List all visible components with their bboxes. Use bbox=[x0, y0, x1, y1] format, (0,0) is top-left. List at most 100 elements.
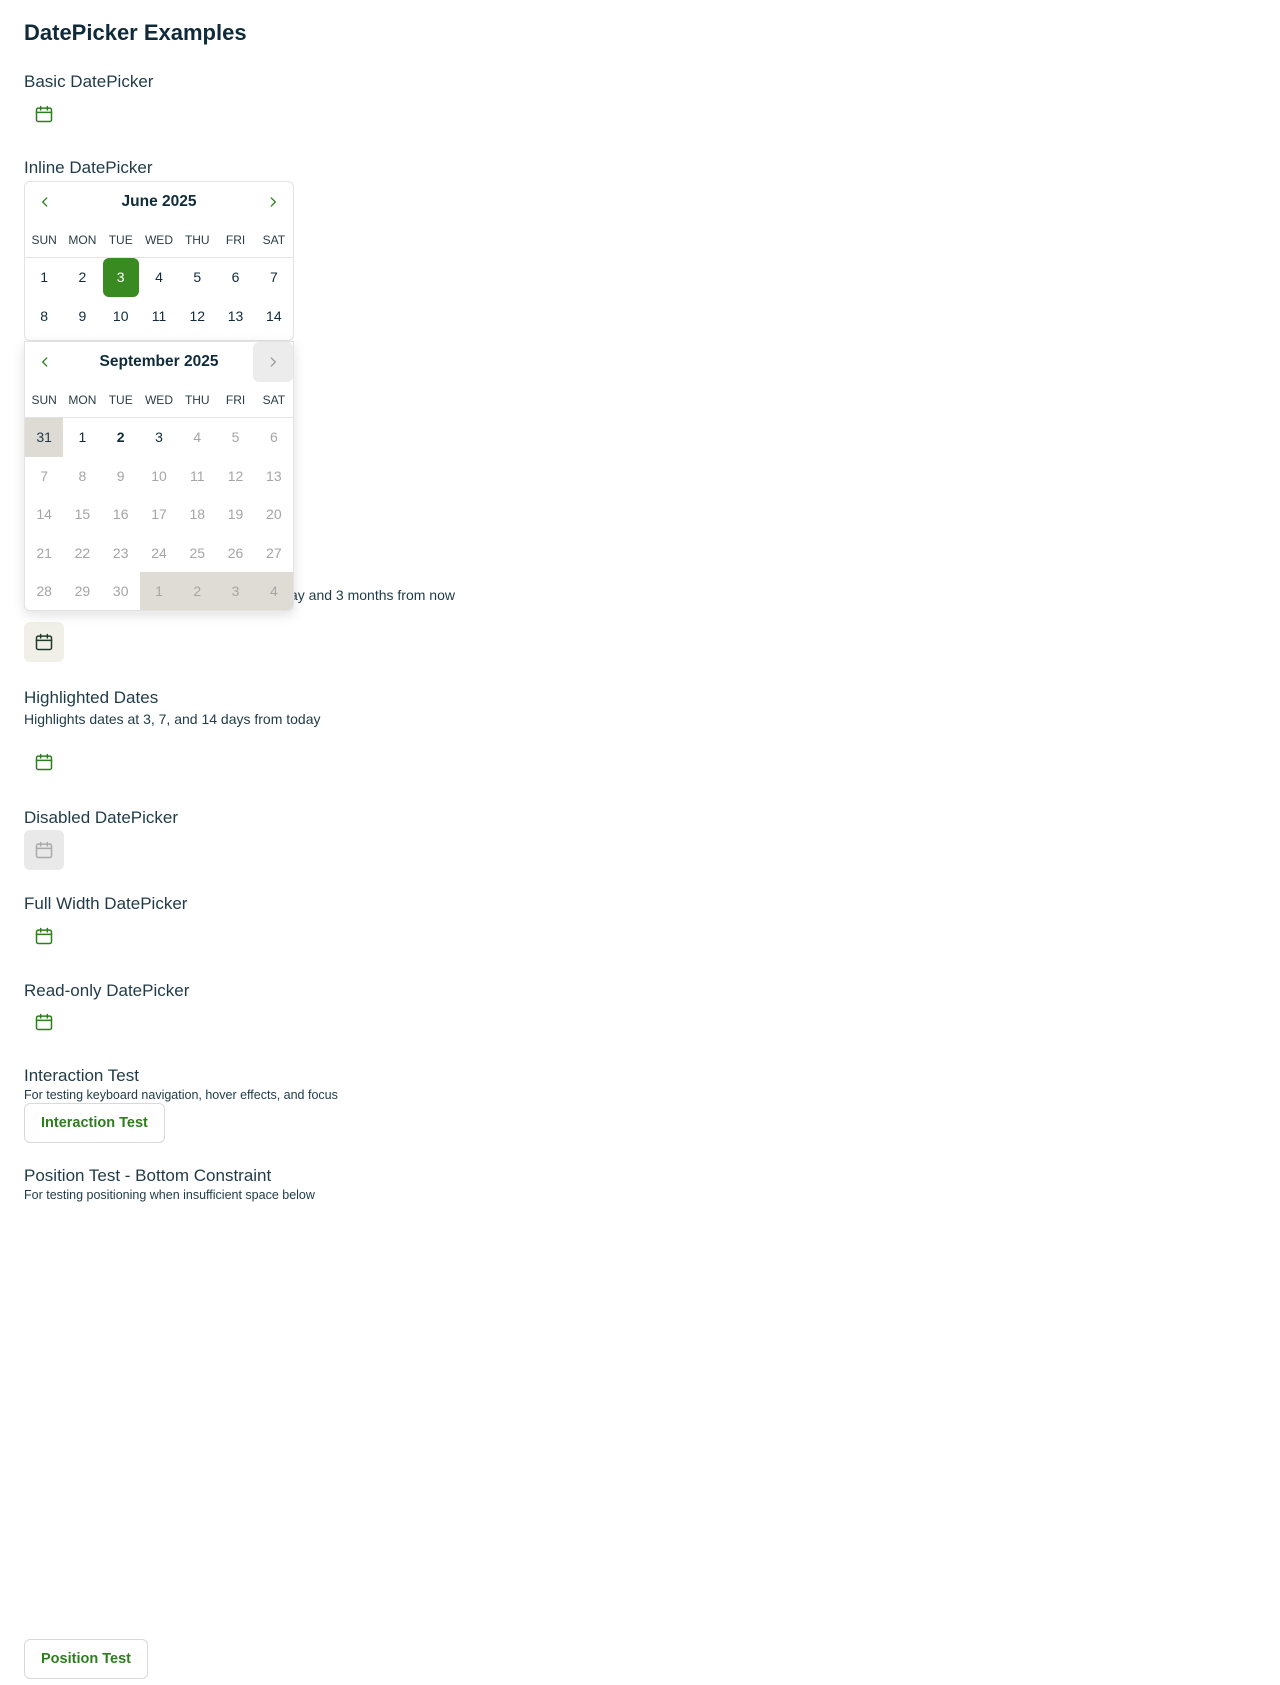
day-cell[interactable]: 10 bbox=[102, 297, 140, 336]
readonly-datepicker-label: Read-only DatePicker bbox=[24, 981, 190, 1000]
day-cell-disabled: 30 bbox=[112, 583, 129, 600]
day-grid: 1 2 3 4 5 6 7 8 9 10 11 12 13 14 bbox=[25, 258, 293, 335]
popup-calendar: September 2025 SUN MON TUE WED THU FRI S… bbox=[24, 341, 294, 611]
weekday-label: WED bbox=[144, 392, 173, 407]
day-cell[interactable]: 1 bbox=[25, 258, 63, 297]
day-cell-disabled: 8 bbox=[78, 467, 87, 484]
position-test-description: For testing positioning when insufficien… bbox=[24, 1188, 315, 1202]
day-cell-disabled: 7 bbox=[40, 467, 49, 484]
day-cell[interactable]: 6 bbox=[216, 258, 254, 297]
weekday-label: SUN bbox=[31, 392, 57, 407]
day-cell-outside-month: 1 bbox=[139, 572, 179, 610]
chevron-right-icon bbox=[270, 197, 276, 207]
day-cell-outside-month[interactable]: 31 bbox=[25, 418, 64, 457]
interaction-test-label: Interaction Test bbox=[24, 1066, 139, 1085]
day-cell[interactable]: 2 bbox=[63, 258, 101, 297]
weekday-label: SAT bbox=[262, 392, 286, 407]
calendar-icon bbox=[35, 1013, 53, 1031]
day-cell-disabled: 22 bbox=[74, 544, 91, 561]
day-cell-disabled: 28 bbox=[36, 583, 52, 600]
day-cell[interactable]: 8 bbox=[25, 297, 63, 336]
fullwidth-datepicker-label: Full Width DatePicker bbox=[24, 894, 188, 913]
day-cell-disabled: 26 bbox=[227, 544, 244, 561]
interaction-test-description: For testing keyboard navigation, hover e… bbox=[24, 1088, 338, 1102]
disabled-datepicker-label: Disabled DatePicker bbox=[24, 808, 179, 827]
chevron-right-icon bbox=[270, 357, 276, 367]
inline-datepicker-label: Inline DatePicker bbox=[24, 158, 153, 177]
prev-month-button[interactable] bbox=[25, 342, 65, 382]
day-cell-disabled: 16 bbox=[112, 506, 129, 523]
day-cell-disabled: 9 bbox=[116, 467, 125, 484]
day-cell-disabled: 20 bbox=[266, 506, 282, 523]
day-cell[interactable]: 13 bbox=[216, 297, 254, 336]
weekday-label: SUN bbox=[31, 232, 57, 247]
day-cell[interactable]: 5 bbox=[178, 258, 216, 297]
day-cell[interactable]: 14 bbox=[255, 297, 293, 336]
day-cell-disabled: 6 bbox=[269, 429, 278, 446]
day-cell[interactable]: 7 bbox=[255, 258, 293, 297]
calendar-icon bbox=[35, 841, 53, 859]
range-datepicker-description: ay and 3 months from now bbox=[290, 587, 455, 603]
day-cell-disabled: 15 bbox=[74, 506, 91, 523]
next-month-button[interactable] bbox=[253, 182, 293, 222]
day-cell[interactable]: 3 bbox=[140, 418, 178, 457]
position-test-label: Position Test - Bottom Constraint bbox=[24, 1166, 272, 1185]
weekday-label: FRI bbox=[225, 232, 246, 247]
day-cell-disabled: 25 bbox=[189, 544, 206, 561]
highlighted-datepicker-description: Highlights dates at 3, 7, and 14 days fr… bbox=[24, 711, 321, 727]
day-cell-disabled: 13 bbox=[266, 467, 282, 484]
page-title: DatePicker Examples bbox=[24, 20, 247, 45]
calendar-icon bbox=[35, 105, 53, 123]
month-title: September 2025 bbox=[99, 353, 219, 370]
day-cell-disabled: 19 bbox=[227, 506, 244, 523]
weekday-header: SUN MON TUE WED THU FRI SAT bbox=[25, 222, 293, 258]
day-cell-disabled: 18 bbox=[189, 506, 206, 523]
day-cell-disabled: 17 bbox=[151, 506, 167, 523]
weekday-label: MON bbox=[68, 392, 97, 407]
weekday-label: TUE bbox=[108, 392, 133, 407]
day-cell-disabled: 10 bbox=[151, 467, 167, 484]
day-cell-disabled: 29 bbox=[74, 583, 91, 600]
interaction-test-button[interactable]: Interaction Test bbox=[24, 1103, 165, 1143]
prev-month-button[interactable] bbox=[25, 182, 65, 222]
day-cell[interactable]: 1 bbox=[63, 418, 101, 457]
day-cell-outside-month: 3 bbox=[216, 572, 255, 610]
day-cell-disabled: 4 bbox=[193, 429, 202, 446]
weekday-label: FRI bbox=[225, 392, 246, 407]
day-cell-disabled: 24 bbox=[151, 544, 167, 561]
day-cell-disabled: 27 bbox=[266, 544, 282, 561]
day-cell-disabled: 21 bbox=[36, 544, 52, 561]
calendar-icon bbox=[35, 633, 53, 651]
range-datepicker-trigger[interactable] bbox=[24, 622, 64, 662]
day-cell[interactable]: 12 bbox=[178, 297, 216, 336]
basic-datepicker-trigger[interactable] bbox=[24, 94, 64, 134]
day-cell-selected[interactable]: 3 bbox=[102, 258, 139, 297]
weekday-label: THU bbox=[184, 392, 210, 407]
fullwidth-datepicker-trigger[interactable] bbox=[24, 916, 64, 956]
day-cell-disabled: 23 bbox=[112, 544, 129, 561]
day-cell-outside-month: 4 bbox=[254, 572, 293, 610]
day-cell-disabled: 12 bbox=[227, 467, 244, 484]
chevron-left-icon bbox=[42, 357, 48, 367]
position-test-button[interactable]: Position Test bbox=[24, 1639, 148, 1679]
day-cell-today[interactable]: 2 bbox=[102, 418, 140, 457]
day-cell[interactable]: 4 bbox=[140, 258, 178, 297]
day-cell-disabled: 11 bbox=[190, 467, 205, 484]
weekday-label: THU bbox=[184, 232, 210, 247]
weekday-label: SAT bbox=[262, 232, 286, 247]
next-month-button[interactable] bbox=[253, 342, 293, 382]
inline-calendar: June 2025 SUN MON TUE WED THU FRI SAT 1 … bbox=[24, 181, 294, 341]
day-cell[interactable]: 11 bbox=[140, 297, 178, 336]
chevron-left-icon bbox=[42, 197, 48, 207]
readonly-datepicker-trigger[interactable] bbox=[24, 1002, 64, 1042]
weekday-label: TUE bbox=[108, 232, 133, 247]
calendar-icon bbox=[35, 927, 53, 945]
highlighted-datepicker-trigger[interactable] bbox=[24, 742, 64, 782]
weekday-header: SUN MON TUE WED THU FRI SAT bbox=[25, 382, 293, 418]
day-cell-outside-month: 2 bbox=[178, 572, 217, 610]
day-cell-disabled: 5 bbox=[231, 429, 240, 446]
disabled-datepicker-trigger bbox=[24, 830, 64, 870]
calendar-icon bbox=[35, 753, 53, 771]
month-title: June 2025 bbox=[121, 193, 197, 210]
day-cell[interactable]: 9 bbox=[63, 297, 101, 336]
